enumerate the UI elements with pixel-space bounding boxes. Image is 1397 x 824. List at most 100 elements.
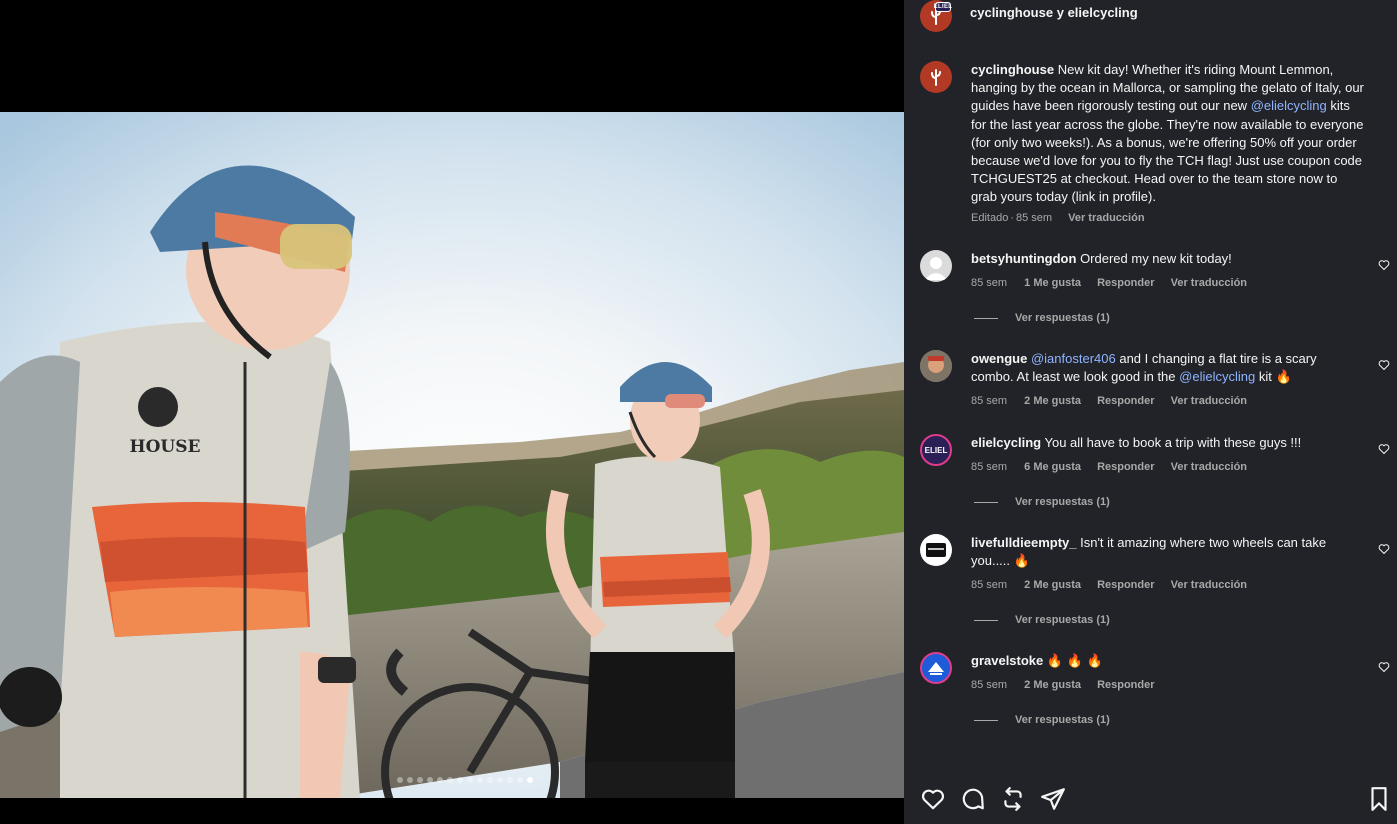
view-replies-label: Ver respuestas (1) [1015,312,1110,324]
post-side-panel: ELIEL cyclinghouse y elielcycling cyclin… [904,0,1397,824]
caption-mention[interactable]: @elielcycling [1251,98,1327,113]
comment-body: 🔥 🔥 🔥 [1046,653,1103,668]
post-media: HOUSE [0,0,904,824]
comment-meta: 85 sem 2 Me gusta Responder Ver traducci… [971,395,1260,407]
elielcycling-badge[interactable]: ELIEL [934,2,952,12]
comment-text: gravelstoke 🔥 🔥 🔥 [971,652,1351,670]
reply-button[interactable]: Responder [1097,679,1154,691]
replies-divider [974,317,998,319]
comment-username[interactable]: owengue [971,351,1027,366]
reply-button[interactable]: Responder [1097,395,1154,407]
comment-time: 85 sem [971,395,1008,407]
carousel-dot [396,777,403,783]
post-action-bar [904,784,1397,814]
caption-avatar[interactable] [920,61,952,93]
comment-username[interactable]: livefulldieempty_ [971,535,1076,550]
post-caption: cyclinghouse New kit day! Whether it's r… [971,61,1366,207]
like-heart-icon[interactable] [1378,259,1390,271]
comment-likes[interactable]: 1 Me gusta [1024,277,1081,289]
comment-likes[interactable]: 2 Me gusta [1024,579,1081,591]
comment-username[interactable]: gravelstoke [971,653,1043,668]
like-heart-icon[interactable] [1378,359,1390,371]
view-replies-button[interactable]: Ver respuestas (1) [974,714,1110,726]
post-photo[interactable]: HOUSE [0,112,904,798]
carousel-dot [436,777,443,783]
comment-meta: 85 sem 1 Me gusta Responder Ver traducci… [971,277,1260,289]
carousel-dot [446,777,453,783]
comment-likes[interactable]: 2 Me gusta [1024,679,1081,691]
gravelstoke-avatar[interactable] [920,652,952,684]
comment-meta: 85 sem 2 Me gusta Responder Ver traducci… [971,579,1260,591]
comment-meta: 85 sem 2 Me gusta Responder [971,679,1168,691]
comment-text: livefulldieempty_ Isn't it amazing where… [971,534,1351,570]
carousel-indicator [0,777,904,785]
comment-text: betsyhuntingdon Ordered my new kit today… [971,250,1351,268]
reply-button[interactable]: Responder [1097,461,1154,473]
caption-username[interactable]: cyclinghouse [971,62,1054,77]
cactus-icon [931,69,941,86]
view-replies-label: Ver respuestas (1) [1015,496,1110,508]
comment-time: 85 sem [971,461,1008,473]
translate-button[interactable]: Ver traducción [1171,579,1247,591]
comment-mention[interactable]: @elielcycling [1179,369,1255,384]
elielcycling-avatar[interactable]: ELIEL [920,434,952,466]
reply-button[interactable]: Responder [1097,277,1154,289]
translate-button[interactable]: Ver traducción [1171,461,1247,473]
translate-button[interactable]: Ver traducción [1171,395,1247,407]
comment-likes[interactable]: 2 Me gusta [1024,395,1081,407]
comment-username[interactable]: betsyhuntingdon [971,251,1076,266]
share-icon[interactable] [1040,786,1066,812]
like-heart-icon[interactable] [1378,661,1390,673]
comment-time: 85 sem [971,679,1008,691]
like-heart-icon[interactable] [1378,543,1390,555]
carousel-dot [426,777,433,783]
caption-text-end: kits for the last year across the globe.… [971,98,1364,205]
carousel-dot [406,777,413,783]
jersey-brand-text: HOUSE [130,437,201,457]
coauthor-link[interactable]: elielcycling [1068,5,1138,20]
comment-text: elielcycling You all have to book a trip… [971,434,1351,452]
livefulldieempty-avatar[interactable] [920,534,952,566]
replies-divider [974,619,998,621]
like-heart-icon[interactable] [1378,443,1390,455]
comment-meta: 85 sem 6 Me gusta Responder Ver traducci… [971,461,1260,473]
comment-username[interactable]: elielcycling [971,435,1041,450]
default-avatar-icon[interactable] [920,250,952,282]
author-link[interactable]: cyclinghouse [970,5,1053,20]
bookmark-icon[interactable] [1366,786,1392,812]
caption-translate-link[interactable]: Ver traducción [1068,212,1144,224]
carousel-dot [526,777,533,783]
view-replies-label: Ver respuestas (1) [1015,614,1110,626]
comment-text: owengue @ianfoster406 and I changing a f… [971,350,1351,386]
view-replies-button[interactable]: Ver respuestas (1) [974,312,1110,324]
post-authors: cyclinghouse y elielcycling [970,5,1138,20]
comment-body: Ordered my new kit today! [1080,251,1232,266]
carousel-dot [466,777,473,783]
carousel-dot [456,777,463,783]
caption-meta: Editado · 85 sem Ver traducción [971,212,1145,224]
cyclists-photo-illustration: HOUSE [0,112,904,798]
comment-time: 85 sem [971,277,1008,289]
carousel-dot [496,777,503,783]
carousel-dot [516,777,523,783]
view-replies-button[interactable]: Ver respuestas (1) [974,496,1110,508]
comment-time: 85 sem [971,579,1008,591]
reply-button[interactable]: Responder [1097,579,1154,591]
carousel-dot [476,777,483,783]
edited-label: Editado [971,212,1009,224]
view-replies-label: Ver respuestas (1) [1015,714,1110,726]
repost-icon[interactable] [1000,786,1026,812]
comment-icon[interactable] [960,786,986,812]
eliel-logo-text: ELIEL [924,445,948,455]
author-conjunction: y [1056,5,1064,20]
view-replies-button[interactable]: Ver respuestas (1) [974,614,1110,626]
heart-icon[interactable] [920,786,946,812]
comment-mention[interactable]: @ianfoster406 [1031,351,1116,366]
post-header: ELIEL cyclinghouse y elielcycling [904,0,1397,36]
caption-time: 85 sem [1015,212,1053,224]
carousel-dot [486,777,493,783]
comment-likes[interactable]: 6 Me gusta [1024,461,1081,473]
owengue-avatar[interactable] [920,350,952,382]
translate-button[interactable]: Ver traducción [1171,277,1247,289]
comment-body: You all have to book a trip with these g… [1044,435,1302,450]
